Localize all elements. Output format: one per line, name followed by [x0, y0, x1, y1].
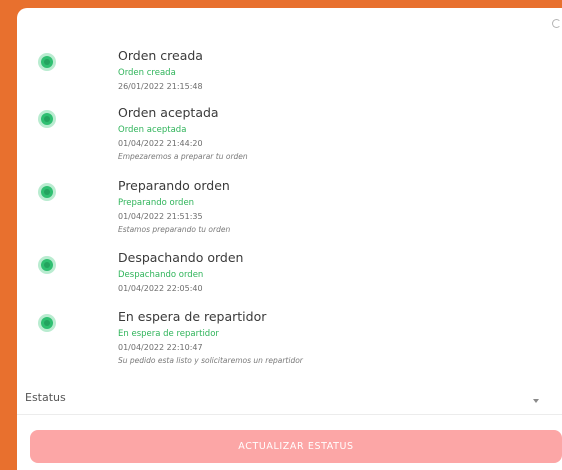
step-status: Orden creada	[118, 68, 176, 78]
step-date: 01/04/2022 21:51:35	[118, 212, 203, 221]
step-complete-icon	[41, 186, 53, 198]
step-date: 01/04/2022 22:10:47	[118, 343, 203, 352]
step-text: Despachando orden Despachando orden 01/0…	[118, 250, 243, 294]
step-text: En espera de repartidor En espera de rep…	[118, 309, 303, 366]
step-title: Orden creada	[118, 48, 203, 63]
step-status: En espera de repartidor	[118, 329, 219, 339]
step-complete-icon	[41, 113, 53, 125]
step-complete-icon	[41, 56, 53, 68]
step-text: Orden creada Orden creada 26/01/2022 21:…	[118, 48, 203, 92]
step-note: Estamos preparando tu orden	[118, 225, 231, 234]
update-status-button[interactable]: ACTUALIZAR ESTATUS	[30, 430, 562, 463]
status-select-label: Estatus	[25, 391, 66, 404]
step-complete-icon	[41, 259, 53, 271]
step-date: 01/04/2022 21:44:20	[118, 139, 203, 148]
step-date: 01/04/2022 22:05:40	[118, 284, 203, 293]
status-select[interactable]: Estatus	[17, 381, 562, 415]
step-complete-icon	[41, 317, 53, 329]
step-title: Despachando orden	[118, 250, 244, 265]
step-date: 26/01/2022 21:15:48	[118, 82, 203, 91]
step-status: Orden aceptada	[118, 125, 187, 135]
step-status: Despachando orden	[118, 270, 204, 280]
chevron-down-icon[interactable]	[533, 399, 539, 403]
step-status: Preparando orden	[118, 198, 195, 208]
step-title: Orden aceptada	[118, 105, 219, 120]
refresh-icon[interactable]	[552, 19, 561, 28]
step-text: Orden aceptada Orden aceptada 01/04/2022…	[118, 105, 248, 162]
step-title: En espera de repartidor	[118, 309, 267, 324]
step-note: Empezaremos a preparar tu orden	[118, 152, 248, 161]
order-status-card: Orden creada Orden creada 26/01/2022 21:…	[17, 8, 562, 470]
step-text: Preparando orden Preparando orden 01/04/…	[118, 178, 230, 235]
step-title: Preparando orden	[118, 178, 230, 193]
step-note: Su pedido esta listo y solicitaremos un …	[118, 356, 303, 365]
